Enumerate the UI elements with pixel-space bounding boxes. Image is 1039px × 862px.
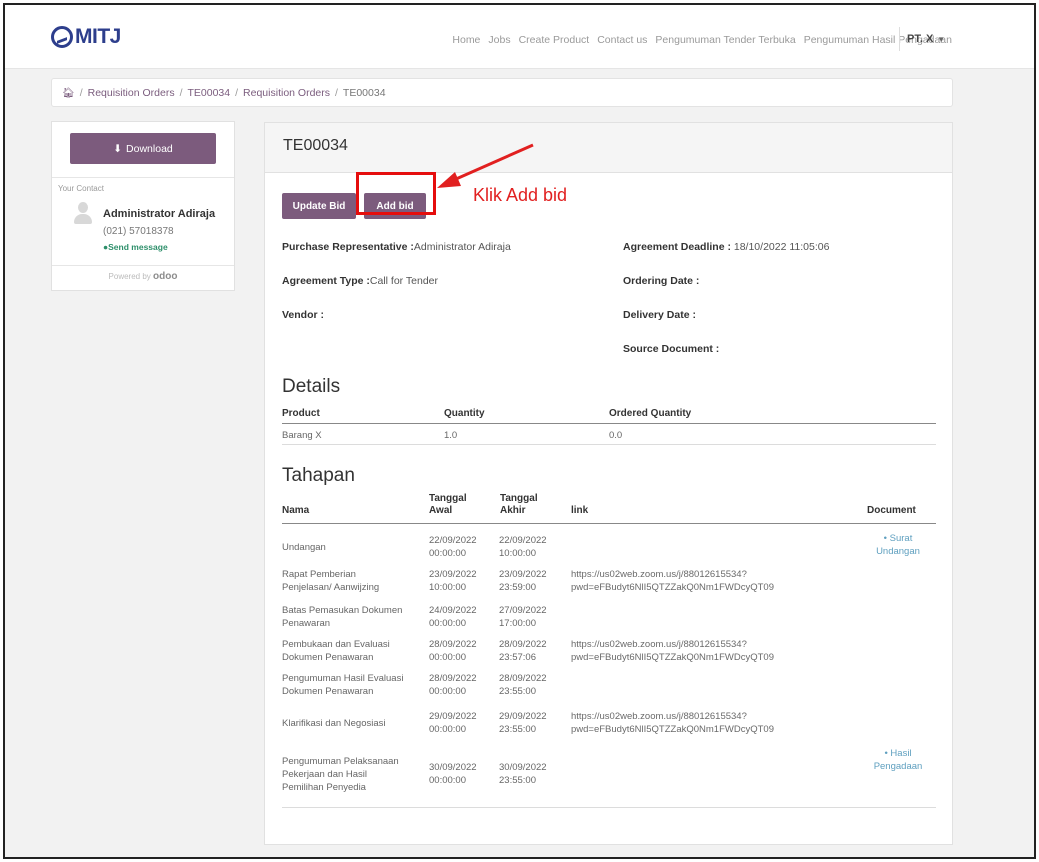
- contact-name: Administrator Adiraja: [103, 208, 216, 220]
- table-rule: [282, 423, 936, 424]
- tahapan-cell-nama: Pengumuman Pelaksanaan Pekerjaan dan Hasi…: [282, 756, 399, 793]
- tahapan-cell-akhir: 23/09/2022 23:59:00: [499, 569, 547, 593]
- table-rule: [282, 523, 936, 524]
- breadcrumb-item[interactable]: Requisition Orders: [88, 87, 175, 99]
- user-menu[interactable]: PT. X ▼: [907, 33, 945, 45]
- tahapan-cell-awal: 24/09/2022 00:00:00: [429, 605, 477, 629]
- table-rule: [282, 807, 936, 808]
- contact-label: Your Contact: [58, 184, 104, 193]
- tahapan-cell-akhir: 22/09/2022 10:00:00: [499, 535, 547, 559]
- tahapan-col-tanggal-awal: Tanggal Awal: [429, 493, 467, 516]
- tahapan-cell-awal: 29/09/2022 00:00:00: [429, 711, 477, 735]
- download-icon: ⬇: [113, 142, 123, 155]
- tahapan-cell-nama: Pengumuman Hasil Evaluasi Dokumen Penawar…: [282, 673, 404, 697]
- brand-logo[interactable]: MITJ: [51, 25, 121, 49]
- details-col-product: Product: [282, 408, 320, 419]
- nav-home[interactable]: Home: [452, 34, 480, 46]
- details-cell-product: Barang X: [282, 430, 322, 441]
- tahapan-cell-link[interactable]: https://us02web.zoom.us/j/88012615534? pw…: [571, 638, 861, 664]
- tahapan-cell-akhir: 28/09/2022 23:55:00: [499, 673, 547, 697]
- powered-by: Powered by odoo: [108, 271, 178, 282]
- tahapan-cell-akhir: 28/09/2022 23:57:06: [499, 639, 547, 663]
- nav-create-product[interactable]: Create Product: [519, 34, 590, 46]
- tahapan-col-tanggal-akhir: Tanggal Akhir: [500, 493, 538, 516]
- tahapan-cell-nama: Batas Pemasukan Dokumen Penawaran: [282, 605, 403, 629]
- tahapan-cell-akhir: 27/09/2022 17:00:00: [499, 605, 547, 629]
- details-cell-quantity: 1.0: [444, 430, 458, 441]
- tahapan-cell-document[interactable]: • Hasil Pengadaan: [867, 747, 929, 773]
- breadcrumb: 🏠︎ / Requisition Orders / TE00034/Requisitio…: [51, 78, 953, 107]
- tahapan-heading: Tahapan: [282, 465, 355, 486]
- nav-divider: [899, 27, 900, 51]
- details-col-quantity: Quantity: [444, 408, 485, 419]
- odoo-logo: odoo: [153, 271, 178, 282]
- tahapan-cell-nama: Pembukaan dan Evaluasi Dokumen Penawaran: [282, 639, 390, 663]
- details-heading: Details: [282, 376, 341, 397]
- contact-phone: (021) 57018378: [103, 226, 174, 237]
- user-name: PT. X: [907, 33, 934, 45]
- table-rule: [282, 444, 936, 445]
- breadcrumb-item[interactable]: Requisition Orders: [243, 87, 330, 99]
- breadcrumb-item[interactable]: TE00034: [188, 87, 231, 99]
- card-header: TE00034: [265, 123, 952, 173]
- sidebar-panel: ⬇ Download Your Contact Administrator Ad…: [51, 121, 235, 291]
- caret-down-icon: ▼: [937, 35, 946, 44]
- tahapan-cell-akhir: 29/09/2022 23:55:00: [499, 711, 547, 735]
- tahapan-cell-nama: Undangan: [282, 542, 326, 553]
- tahapan-cell-nama: Rapat Pemberian Penjelasan/ Aanwijzing: [282, 569, 380, 593]
- tahapan-cell-link[interactable]: https://us02web.zoom.us/j/88012615534? pw…: [571, 710, 861, 736]
- tahapan-col-link: link: [571, 505, 589, 516]
- tahapan-cell-awal: 30/09/2022 00:00:00: [429, 762, 477, 786]
- tahapan-cell-link[interactable]: https://us02web.zoom.us/j/88012615534? pw…: [571, 568, 861, 594]
- details-cell-ordered: 0.0: [609, 430, 623, 441]
- main-nav: Home Jobs Create Product Contact us Peng…: [452, 34, 952, 46]
- nav-pengumuman-tender[interactable]: Pengumuman Tender Terbuka: [655, 34, 795, 46]
- avatar: [74, 200, 92, 226]
- record-card: TE00034: [264, 122, 953, 845]
- nav-contact-us[interactable]: Contact us: [597, 34, 647, 46]
- screenshot-frame: MITJ Home Jobs Create Product Contact us…: [3, 3, 1036, 859]
- annotation-highlight-box: [356, 172, 436, 215]
- tahapan-col-document: Document: [867, 505, 916, 516]
- tahapan-cell-awal: 28/09/2022 00:00:00: [429, 639, 477, 663]
- delivery-date-field: Delivery Date :: [623, 309, 696, 321]
- download-label: Download: [126, 142, 173, 155]
- breadcrumb-current: TE00034: [342, 87, 386, 99]
- tahapan-col-nama: Nama: [282, 505, 310, 516]
- update-bid-button[interactable]: Update Bid: [282, 193, 356, 219]
- tahapan-cell-document[interactable]: • Surat Undangan: [867, 532, 929, 558]
- logo-text: MITJ: [75, 25, 121, 48]
- nav-jobs[interactable]: Jobs: [488, 34, 510, 46]
- send-message-link[interactable]: ●Send message: [103, 242, 168, 252]
- ordering-date-field: Ordering Date :: [623, 275, 700, 287]
- purchase-rep-field: Purchase Representative :Administrator A…: [282, 241, 511, 253]
- vendor-field: Vendor :: [282, 309, 325, 321]
- download-button[interactable]: ⬇ Download: [70, 133, 216, 164]
- tahapan-cell-awal: 28/09/2022 00:00:00: [429, 673, 477, 697]
- home-icon[interactable]: 🏠︎: [62, 88, 75, 99]
- logo-icon: [51, 26, 73, 48]
- source-document-field: Source Document :: [623, 343, 720, 355]
- details-col-ordered: Ordered Quantity: [609, 408, 692, 419]
- top-navbar: MITJ Home Jobs Create Product Contact us…: [5, 5, 1034, 69]
- annotation-text: Klik Add bid: [473, 185, 568, 205]
- agreement-type-field: Agreement Type :Call for Tender: [282, 275, 439, 287]
- tahapan-cell-awal: 23/09/2022 10:00:00: [429, 569, 477, 593]
- tahapan-cell-nama: Klarifikasi dan Negosiasi: [282, 718, 386, 729]
- deadline-field: Agreement Deadline : 18/10/2022 11:05:06: [623, 241, 830, 253]
- tahapan-cell-akhir: 30/09/2022 23:55:00: [499, 762, 547, 786]
- annotation-arrow-icon: [437, 143, 534, 188]
- tahapan-cell-awal: 22/09/2022 00:00:00: [429, 535, 477, 559]
- divider: [52, 177, 234, 178]
- page-title: TE00034: [283, 137, 348, 154]
- divider: [52, 265, 234, 266]
